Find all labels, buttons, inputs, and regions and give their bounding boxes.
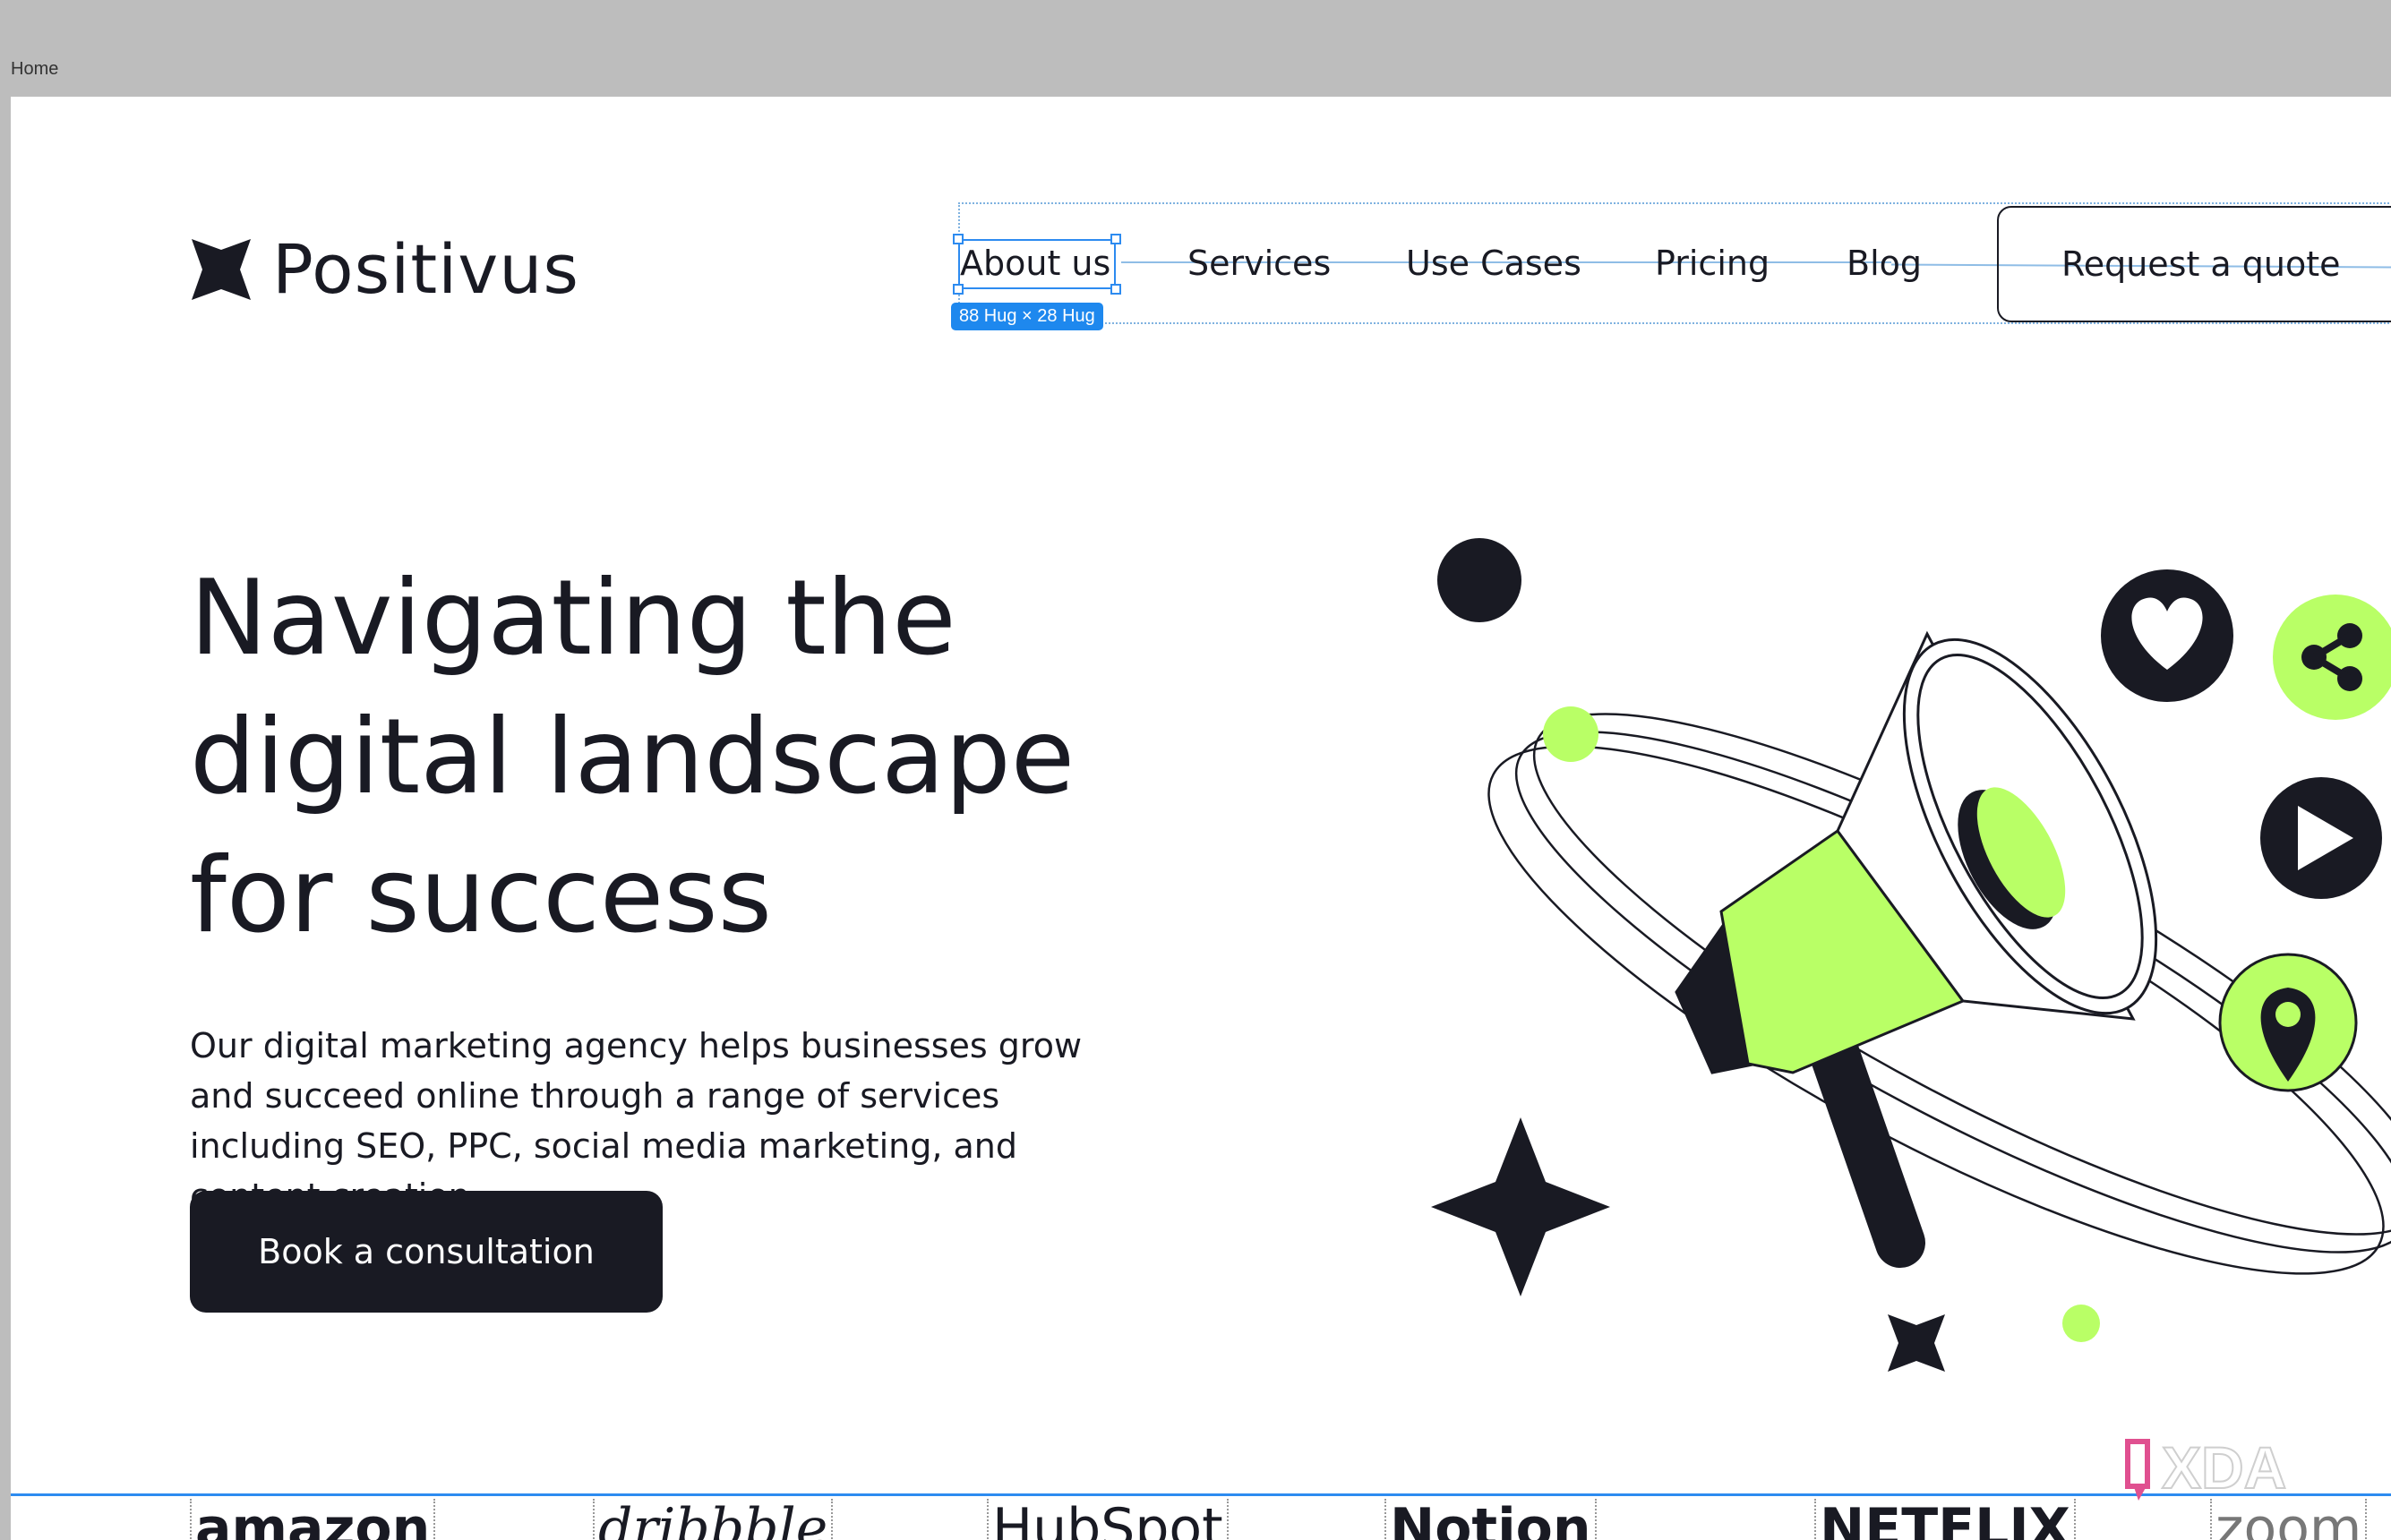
selection-box[interactable]: [958, 239, 1116, 289]
frame-label[interactable]: Home: [11, 59, 58, 80]
positivus-logo-icon: [192, 238, 251, 300]
logo-zoom: zoom: [2210, 1499, 2368, 1540]
brand-logo[interactable]: Positivus: [190, 229, 579, 309]
star-icon: [1888, 1314, 1945, 1372]
resize-handle[interactable]: [953, 234, 964, 244]
request-quote-button[interactable]: Request a quote: [1997, 206, 2391, 322]
book-consultation-button[interactable]: Book a consultation: [190, 1191, 663, 1313]
logo-netflix: NETFLIX: [1814, 1499, 2076, 1540]
star-icon: [1431, 1117, 1610, 1296]
heart-icon: [2101, 569, 2233, 702]
logo-dribbble: dribbble: [593, 1499, 834, 1540]
design-canvas[interactable]: Positivus About us Services Use Cases Pr…: [11, 97, 2391, 1540]
svg-text:XDA: XDA: [2162, 1434, 2286, 1501]
brand-name: Positivus: [272, 229, 579, 309]
green-dot: [1543, 706, 1598, 762]
nav-blog[interactable]: Blog: [1847, 244, 1922, 283]
xda-watermark-logo: XDA: [2125, 1433, 2287, 1502]
resize-handle[interactable]: [953, 284, 964, 295]
location-pin-icon: [2218, 953, 2358, 1092]
resize-handle[interactable]: [1110, 284, 1121, 295]
logo-amazon: amazon: [190, 1499, 436, 1540]
black-dot: [1437, 538, 1521, 622]
share-icon: [2273, 595, 2391, 720]
logo-notion: Notion: [1384, 1499, 1597, 1540]
resize-handle[interactable]: [1110, 234, 1121, 244]
hero-title: Navigating the digital landscape for suc…: [190, 558, 1076, 956]
megaphone-illustration: [1431, 538, 2391, 1372]
size-badge: 88 Hug × 28 Hug: [951, 303, 1103, 330]
logo-hubspot: HubSpot: [987, 1499, 1229, 1540]
nav-use-cases[interactable]: Use Cases: [1406, 244, 1581, 283]
nav-services[interactable]: Services: [1187, 244, 1331, 283]
play-icon: [2260, 777, 2382, 899]
nav-pricing[interactable]: Pricing: [1655, 244, 1770, 283]
green-dot: [2062, 1305, 2100, 1342]
